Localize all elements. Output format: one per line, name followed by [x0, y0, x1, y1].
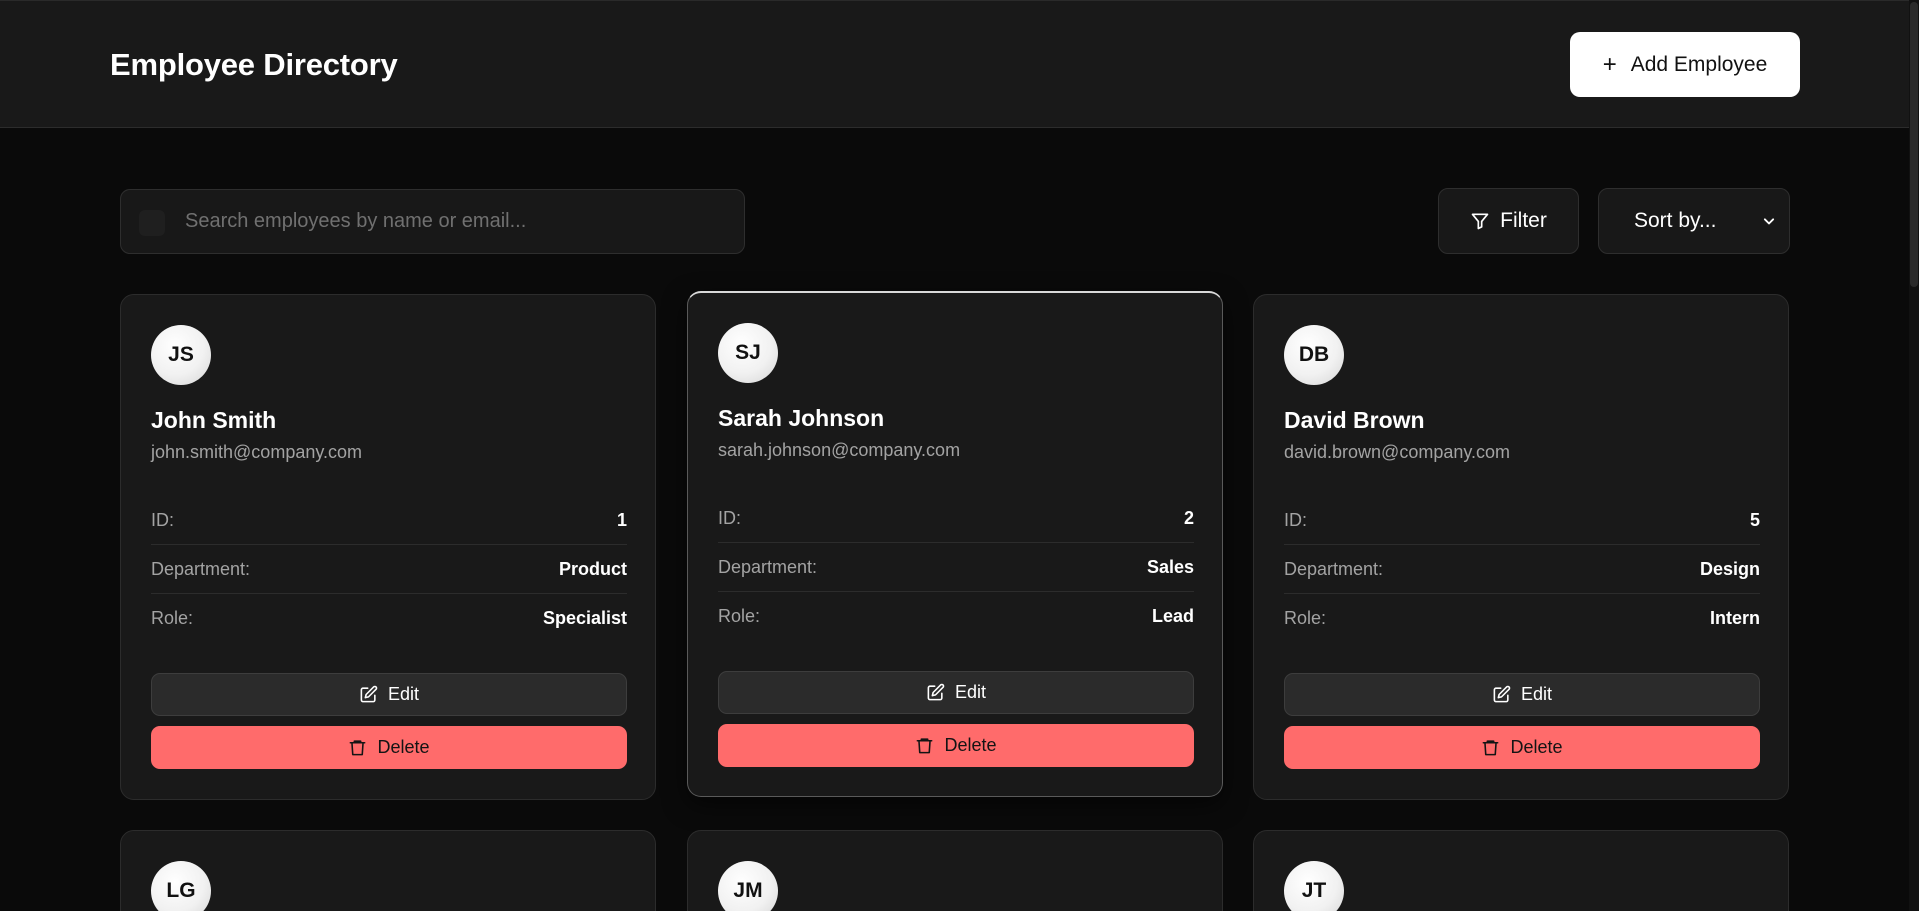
- delete-label: Delete: [377, 737, 430, 757]
- role-label: Role:: [151, 608, 194, 628]
- search-box: [120, 189, 745, 254]
- role-row: Role: Specialist: [151, 594, 627, 643]
- employee-email: david.brown@company.com: [1284, 442, 1511, 462]
- department-value: Design: [1699, 558, 1760, 579]
- department-value: Product: [558, 558, 627, 579]
- department-row: Department: Product: [151, 545, 627, 594]
- employee-card: JM: [687, 830, 1223, 911]
- avatar: JM: [718, 861, 778, 911]
- plus-icon: +: [1602, 50, 1617, 78]
- edit-icon: [1493, 685, 1511, 703]
- add-employee-button[interactable]: + Add Employee: [1570, 32, 1800, 97]
- chevron-down-icon: [1763, 218, 1775, 225]
- edit-button[interactable]: Edit: [1284, 673, 1760, 716]
- id-label: ID:: [718, 507, 742, 528]
- trash-icon: [350, 740, 366, 756]
- employee-card: DB David Brown david.brown@company.com I…: [1253, 294, 1789, 800]
- trash-icon: [917, 738, 933, 754]
- id-row: ID: 1: [151, 496, 627, 545]
- role-label: Role:: [718, 606, 761, 626]
- department-row: Department: Design: [1284, 545, 1760, 594]
- avatar: LG: [151, 861, 211, 911]
- avatar: DB: [1284, 325, 1344, 385]
- role-row: Role: Intern: [1284, 594, 1760, 643]
- department-value: Sales: [1146, 556, 1194, 577]
- add-employee-label: Add Employee: [1630, 52, 1768, 76]
- employee-name: Sarah Johnson: [718, 405, 885, 431]
- page-title: Employee Directory: [110, 47, 398, 82]
- id-value: 1: [616, 509, 627, 530]
- employee-card: JT: [1253, 830, 1789, 911]
- employee-email: john.smith@company.com: [151, 442, 363, 462]
- role-value: Intern: [1709, 608, 1760, 628]
- id-label: ID:: [151, 509, 175, 530]
- sort-selected-value: Sort by...: [1634, 209, 1717, 232]
- sort-select[interactable]: Sort by...: [1598, 188, 1790, 254]
- edit-label: Edit: [387, 684, 420, 704]
- delete-label: Delete: [944, 735, 997, 755]
- edit-label: Edit: [1520, 684, 1553, 704]
- department-label: Department:: [151, 558, 251, 579]
- edit-label: Edit: [954, 682, 987, 702]
- trash-icon: [1483, 740, 1499, 756]
- edit-icon: [927, 683, 945, 701]
- employee-card: LG: [120, 830, 656, 911]
- delete-label: Delete: [1510, 737, 1563, 757]
- id-row: ID: 2: [718, 494, 1194, 543]
- page-header: Employee Directory + Add Employee: [0, 0, 1909, 128]
- delete-button[interactable]: Delete: [718, 724, 1194, 767]
- employee-name: David Brown: [1284, 407, 1425, 433]
- department-row: Department: Sales: [718, 543, 1194, 592]
- search-input[interactable]: [185, 190, 735, 253]
- edit-button[interactable]: Edit: [718, 671, 1194, 714]
- employee-card: SJ Sarah Johnson sarah.johnson@company.c…: [687, 291, 1223, 797]
- scrollbar-thumb[interactable]: [1910, 2, 1918, 287]
- avatar: SJ: [718, 323, 778, 383]
- department-label: Department:: [1284, 558, 1384, 579]
- role-value: Specialist: [542, 608, 627, 628]
- edit-button[interactable]: Edit: [151, 673, 627, 716]
- filter-button[interactable]: Filter: [1438, 188, 1579, 254]
- avatar: JS: [151, 325, 211, 385]
- search-icon: [139, 210, 165, 236]
- filter-icon: [1471, 213, 1489, 230]
- app-viewport: Employee Directory + Add Employee Filter…: [0, 0, 1919, 911]
- employee-card: JS John Smith john.smith@company.com ID:…: [120, 294, 656, 800]
- id-label: ID:: [1284, 509, 1308, 530]
- id-value: 5: [1749, 509, 1760, 530]
- filter-label: Filter: [1500, 209, 1547, 232]
- delete-button[interactable]: Delete: [1284, 726, 1760, 769]
- role-label: Role:: [1284, 608, 1327, 628]
- department-label: Department:: [718, 556, 818, 577]
- id-row: ID: 5: [1284, 496, 1760, 545]
- employee-name: John Smith: [151, 407, 277, 433]
- employee-email: sarah.johnson@company.com: [718, 440, 961, 460]
- id-value: 2: [1183, 507, 1194, 528]
- role-value: Lead: [1151, 606, 1194, 626]
- avatar: JT: [1284, 861, 1344, 911]
- delete-button[interactable]: Delete: [151, 726, 627, 769]
- edit-icon: [360, 685, 378, 703]
- role-row: Role: Lead: [718, 592, 1194, 641]
